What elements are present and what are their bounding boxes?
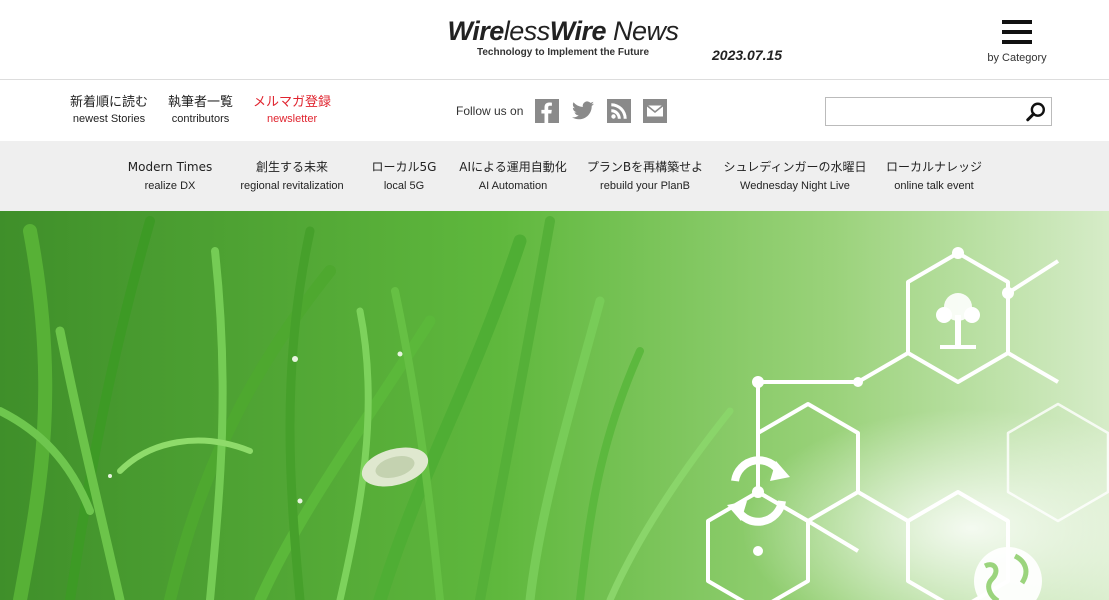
grass-illustration bbox=[0, 211, 1109, 600]
search-box bbox=[825, 97, 1052, 126]
category-label-jp: シュレディンガーの水曜日 bbox=[723, 160, 867, 174]
category-label-jp: 創生する未来 bbox=[255, 160, 328, 174]
logo-tagline: Technology to Implement the Future bbox=[476, 47, 650, 58]
category-label-en: realize DX bbox=[144, 180, 196, 192]
issue-date: 2023.07.15 bbox=[712, 47, 783, 63]
quick-links: 新着順に読む newest Stories 執筆者一覧 contributors… bbox=[70, 95, 331, 127]
contributors-link[interactable]: 執筆者一覧 contributors bbox=[168, 95, 233, 127]
menu-label: by Category bbox=[987, 52, 1047, 64]
search-input[interactable] bbox=[826, 98, 1016, 125]
site-logo[interactable]: WirelessWire News Technology to Implemen… bbox=[438, 16, 688, 58]
category-label-en: local 5G bbox=[383, 180, 425, 192]
category-label-jp: Modern Times bbox=[127, 160, 213, 174]
category-local-knowledge[interactable]: ローカルナレッジ online talk event bbox=[886, 159, 982, 194]
category-local-5g[interactable]: ローカル5G local 5G bbox=[372, 159, 437, 194]
category-wednesday-night-live[interactable]: シュレディンガーの水曜日 Wednesday Night Live bbox=[724, 159, 867, 194]
link-label-en: contributors bbox=[171, 113, 230, 125]
mail-icon[interactable] bbox=[643, 99, 668, 123]
hamburger-icon bbox=[1002, 20, 1032, 44]
link-label-en: newsletter bbox=[266, 113, 318, 125]
logo-wordmark: WirelessWire News bbox=[447, 16, 679, 46]
social-follow: Follow us on bbox=[456, 99, 679, 123]
category-label-jp: AIによる運用自動化 bbox=[459, 160, 567, 174]
category-plan-b[interactable]: プランBを再構築せよ rebuild your PlanB bbox=[587, 159, 703, 194]
hero-image[interactable] bbox=[0, 211, 1109, 600]
link-label-jp: 新着順に読む bbox=[70, 95, 149, 110]
category-label-en: online talk event bbox=[894, 180, 974, 192]
category-label-en: Wednesday Night Live bbox=[740, 180, 850, 192]
category-label-jp: ローカル5G bbox=[371, 160, 437, 174]
category-nav: Modern Times realize DX 創生する未来 regional … bbox=[0, 141, 1109, 211]
category-label-jp: プランBを再構築せよ bbox=[586, 160, 704, 174]
facebook-icon[interactable] bbox=[535, 99, 560, 123]
category-label-en: AI Automation bbox=[478, 180, 548, 192]
category-ai-automation[interactable]: AIによる運用自動化 AI Automation bbox=[459, 159, 566, 194]
category-modern-times[interactable]: Modern Times realize DX bbox=[128, 159, 212, 194]
category-label-en: rebuild your PlanB bbox=[600, 180, 690, 192]
link-label-jp: メルマガ登録 bbox=[253, 95, 332, 110]
search-icon[interactable] bbox=[1025, 101, 1047, 123]
newest-stories-link[interactable]: 新着順に読む newest Stories bbox=[70, 95, 148, 127]
link-label-en: newest Stories bbox=[72, 113, 146, 125]
newsletter-link[interactable]: メルマガ登録 newsletter bbox=[253, 95, 331, 127]
category-label-jp: ローカルナレッジ bbox=[885, 160, 983, 174]
category-regional-revitalization[interactable]: 創生する未来 regional revitalization bbox=[240, 159, 343, 194]
category-menu-button[interactable]: by Category bbox=[982, 20, 1052, 64]
twitter-icon[interactable] bbox=[571, 99, 595, 123]
category-label-en: regional revitalization bbox=[240, 180, 344, 192]
follow-label: Follow us on bbox=[456, 104, 524, 118]
site-header: WirelessWire News Technology to Implemen… bbox=[0, 0, 1109, 80]
sub-header: 新着順に読む newest Stories 執筆者一覧 contributors… bbox=[0, 81, 1109, 141]
link-label-jp: 執筆者一覧 bbox=[168, 95, 234, 110]
rss-icon[interactable] bbox=[607, 99, 632, 123]
